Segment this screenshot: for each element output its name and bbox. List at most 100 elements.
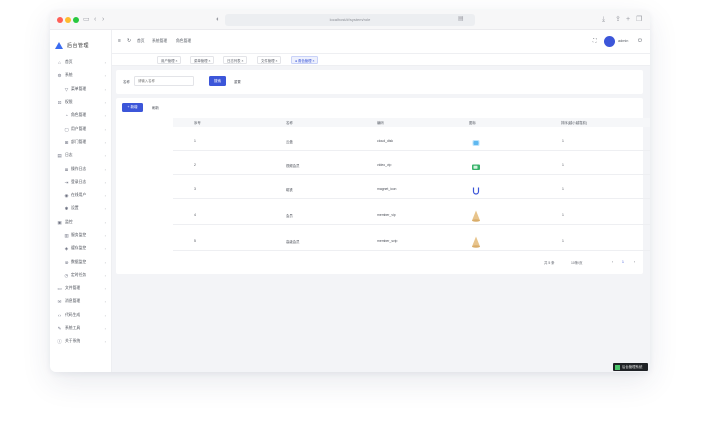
address-bar[interactable]: localhost/#/system/role	[225, 14, 475, 26]
row-divider	[173, 198, 650, 199]
page-tab[interactable]: 用户管理 ×	[157, 56, 182, 64]
tool-icon: ✎	[57, 326, 62, 332]
browser-toolbar: ▭ ‹ › ◐ localhost/#/system/role ▤ ⤓ ⇪ + …	[50, 10, 650, 30]
sidebar-item-label: 设置	[71, 206, 79, 211]
sidebar-item[interactable]: ✉ 消息管理 ›	[50, 295, 112, 308]
download-icon[interactable]: ⤓	[602, 15, 605, 24]
refresh-button[interactable]: 刷新	[152, 105, 159, 110]
sidebar-item-label: 定时任务	[71, 272, 87, 277]
home-icon: ⌂	[58, 60, 61, 66]
page-tab[interactable]: 日志列表 ×	[223, 56, 248, 64]
reset-button[interactable]: 重置	[234, 79, 241, 84]
logo-icon	[55, 41, 64, 49]
search-input[interactable]	[134, 76, 194, 86]
search-button[interactable]: 搜索	[209, 76, 226, 86]
sidebar-item[interactable]: ▣ 监控 ›	[50, 216, 112, 229]
sidebar-item-label: 缓存监控	[71, 246, 87, 251]
settings-icon: ✱	[64, 206, 69, 212]
server-icon: ▥	[64, 233, 69, 238]
breadcrumb-system[interactable]: 系统管理	[152, 39, 167, 44]
log-icon: ▤	[57, 153, 62, 159]
forward-icon[interactable]: ›	[102, 15, 104, 24]
prev-page-button[interactable]: ‹	[612, 260, 613, 264]
sidebar-item-label: 用户管理	[71, 126, 87, 131]
row-code: member_vip	[377, 213, 396, 217]
row-sort: 1	[562, 163, 564, 167]
breadcrumb-home[interactable]: 首页	[137, 39, 145, 44]
message-icon: ✉	[57, 299, 62, 305]
sidebar-item-label: 登录日志	[71, 179, 87, 184]
sidebar-item[interactable]: ⊞ 部门管理 ›	[50, 136, 112, 149]
logout-icon[interactable]: ⏻	[638, 38, 642, 44]
sidebar-item[interactable]: ▭ 文件管理 ›	[50, 282, 112, 295]
refresh-icon[interactable]: ↻	[127, 38, 131, 44]
page-tab[interactable]: 文件管理 ×	[257, 56, 282, 64]
sidebar-item-label: 首页	[65, 60, 73, 65]
avatar[interactable]	[604, 36, 615, 47]
sidebar-item[interactable]: ⓘ 关于系统 ›	[50, 335, 112, 348]
sidebar-item[interactable]: ⊚ 数据监控 ›	[50, 255, 112, 268]
sidebar-item[interactable]: ◉ 在线用户 ›	[50, 189, 112, 202]
minimize-window-dot[interactable]	[65, 17, 71, 23]
cache-icon: ◈	[64, 246, 69, 252]
tab-overview-icon[interactable]: ❐	[636, 15, 642, 24]
search-label: 名称	[123, 80, 130, 84]
sidebar-item[interactable]: ▽ 菜单管理 ›	[50, 83, 112, 96]
row-divider	[173, 224, 650, 225]
lock-icon: ⊡	[57, 100, 62, 106]
sidebar-item[interactable]: ◔ 角色管理 ›	[50, 109, 112, 122]
row-name: 会员	[286, 214, 293, 218]
add-button[interactable]: + 新增	[122, 103, 143, 112]
maximize-window-dot[interactable]	[73, 17, 79, 23]
sidebar-item[interactable]: ◈ 缓存监控 ›	[50, 242, 112, 255]
close-window-dot[interactable]	[57, 17, 63, 23]
next-page-button[interactable]: ›	[634, 260, 635, 264]
row-sort: 1	[562, 187, 564, 191]
sidebar-item[interactable]: ⌂ 首页 ›	[50, 56, 112, 69]
sidebar-item[interactable]: ⇥ 登录日志 ›	[50, 176, 112, 189]
org-icon: ⊞	[64, 139, 69, 145]
sidebar-item[interactable]: ✎ 系统工具 ›	[50, 322, 112, 335]
sidebar-item[interactable]: ▤ 日志 ›	[50, 149, 112, 162]
fullscreen-icon[interactable]: ⛶	[593, 38, 597, 44]
sidebar-item[interactable]: ▢ 用户管理 ›	[50, 122, 112, 135]
chevron-right-icon: ›	[104, 339, 106, 345]
breadcrumb-role: 角色管理	[176, 39, 192, 43]
clock-icon: ◷	[64, 272, 69, 278]
sidebar-item-label: 在线用户	[71, 193, 87, 198]
sidebar-item-label: 权限	[65, 100, 73, 105]
row-code: magnet_icon	[377, 187, 397, 191]
top-header: ≡ ↻ 首页 系统管理 角色管理 ⛶ admin ⏻	[112, 30, 650, 54]
header-icon: 图标	[469, 121, 476, 125]
sidebar-item[interactable]: ⊡ 权限 ›	[50, 96, 112, 109]
sidebar-item-label: 文件管理	[65, 286, 81, 291]
collapse-menu-icon[interactable]: ≡	[118, 38, 121, 44]
sidebar-item[interactable]: ▥ 服务监控 ›	[50, 229, 112, 242]
filter-icon: ▽	[64, 86, 69, 92]
sidebar-item[interactable]: ✱ 设置 ›	[50, 202, 112, 215]
share-icon[interactable]: ⇪	[615, 15, 621, 24]
sidebar-item[interactable]: ⚙ 系统 ›	[50, 69, 112, 82]
row-sort: 1	[562, 213, 564, 217]
sidebar-item[interactable]: ◷ 定时任务 ›	[50, 269, 112, 282]
row-divider	[173, 174, 650, 175]
reader-icon[interactable]: ▤	[458, 15, 464, 24]
back-icon[interactable]: ‹	[94, 15, 96, 24]
page-tab[interactable]: ● 角色管理 ×	[291, 56, 319, 64]
username[interactable]: admin	[618, 39, 628, 43]
watermark-logo-icon	[615, 364, 620, 370]
magnet-icon	[471, 183, 481, 195]
privacy-shield-icon[interactable]: ◐	[216, 15, 220, 24]
add-tab-icon[interactable]: +	[626, 15, 630, 24]
sidebar-item[interactable]: ‹› 代码生成 ›	[50, 309, 112, 322]
page-size-select[interactable]: 10条/页	[571, 260, 583, 265]
page-number[interactable]: 1	[622, 260, 624, 264]
page-tab[interactable]: 菜单管理 ×	[190, 56, 215, 64]
gear-icon: ⚙	[57, 73, 62, 79]
sidebar-item-label: 系统工具	[65, 326, 81, 331]
row-name: 磁铁	[286, 188, 293, 192]
chevron-right-icon: ›	[104, 179, 106, 185]
sidebar-toggle-icon[interactable]: ▭	[83, 15, 90, 24]
app-logo[interactable]: 后台管理	[55, 40, 89, 50]
sidebar-item[interactable]: ≣ 操作日志 ›	[50, 162, 112, 175]
